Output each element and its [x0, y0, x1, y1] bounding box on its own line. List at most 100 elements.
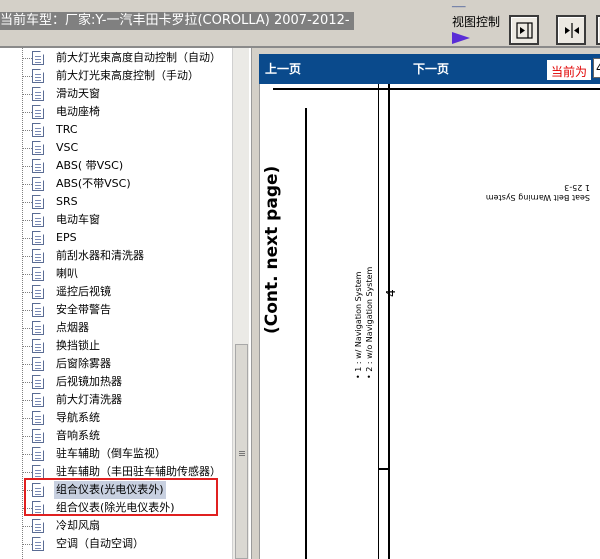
view-control-label: 视图控制 [452, 15, 501, 29]
tree-item[interactable]: 前刮水器和清洗器 [22, 247, 232, 265]
tree-item-label[interactable]: 电动车窗 [54, 211, 102, 229]
tree-item-label[interactable]: ABS(不带VSC) [54, 175, 133, 193]
tree-connector [22, 58, 32, 59]
tree-item[interactable]: 点烟器 [22, 319, 232, 337]
tree-item-label[interactable]: 前大灯清洗器 [54, 391, 124, 409]
tree-item[interactable]: 冷却风扇 [22, 517, 232, 535]
tree-connector [22, 328, 32, 329]
tree-item-label[interactable]: 空调（自动空调） [54, 535, 146, 553]
tree-connector [22, 166, 32, 167]
document-icon [32, 519, 44, 533]
current-page-input[interactable]: 4 [593, 58, 600, 78]
view-right-pane-button[interactable] [509, 15, 539, 45]
document-icon [32, 393, 44, 407]
document-icon [32, 123, 44, 137]
tree-item-label[interactable]: TRC [54, 121, 80, 139]
tree-connector [22, 382, 32, 383]
tree-item-label[interactable]: SRS [54, 193, 80, 211]
tree-item[interactable]: TRC [22, 121, 232, 139]
tree-item-label[interactable]: 换挡锁止 [54, 337, 102, 355]
document-icon [32, 87, 44, 101]
tree-item[interactable]: 换挡锁止 [22, 337, 232, 355]
tree-item-label[interactable]: 前大灯光束高度自动控制（自动） [54, 49, 223, 67]
tree-connector [22, 436, 32, 437]
navigation-note-2: • 2 : w/o Navigation System [365, 266, 374, 379]
document-icon [32, 411, 44, 425]
tree-connector [22, 256, 32, 257]
diagram-wire-line [388, 84, 390, 559]
tree-item[interactable]: ABS( 带VSC) [22, 157, 232, 175]
tree-item-label[interactable]: 驻车辅助（倒车监视） [54, 445, 168, 463]
tree-item-label[interactable]: 导航系统 [54, 409, 102, 427]
next-page-link[interactable]: 下一页 [413, 60, 449, 77]
current-page-label: 当前为 [547, 60, 592, 80]
split-view-icon [565, 23, 579, 38]
tree-item-label[interactable]: ABS( 带VSC) [54, 157, 125, 175]
tree-item-label[interactable]: 安全带警告 [54, 301, 113, 319]
tree-item[interactable]: 导航系统 [22, 409, 232, 427]
document-icon [32, 321, 44, 335]
tree-connector [22, 454, 32, 455]
document-icon [32, 159, 44, 173]
tree-item-label[interactable]: VSC [54, 139, 80, 157]
document-icon [32, 141, 44, 155]
tree-connector [22, 94, 32, 95]
diagram-wire-tick [378, 468, 390, 470]
tree-item-label[interactable]: 音响系统 [54, 427, 102, 445]
tree-item-label[interactable]: 前刮水器和清洗器 [54, 247, 146, 265]
tree-item-label[interactable]: 冷却风扇 [54, 517, 102, 535]
header-link[interactable]: ___ [452, 0, 466, 8]
document-icon [32, 69, 44, 83]
view-control-arrow-icon [452, 32, 470, 44]
tree-item-label[interactable]: 后视镜加热器 [54, 373, 124, 391]
document-icon [32, 339, 44, 353]
tree-item-label[interactable]: 电动座椅 [54, 103, 102, 121]
tree-item[interactable]: 空调（自动空调） [22, 535, 232, 553]
system-title: Seat Belt Warning System [485, 193, 590, 202]
tree-item[interactable]: SRS [22, 193, 232, 211]
tree-item[interactable]: VSC [22, 139, 232, 157]
tree-item[interactable]: 电动座椅 [22, 103, 232, 121]
tree-item[interactable]: EPS [22, 229, 232, 247]
expand-right-icon [516, 22, 533, 39]
document-icon [32, 249, 44, 263]
tree-scrollbar-thumb[interactable] [235, 344, 248, 559]
tree-item[interactable]: 音响系统 [22, 427, 232, 445]
tree-item[interactable]: 前大灯清洗器 [22, 391, 232, 409]
tree-item[interactable]: 电动车窗 [22, 211, 232, 229]
document-icon [32, 375, 44, 389]
tree-item[interactable]: ABS(不带VSC) [22, 175, 232, 193]
tree-item[interactable]: 遥控后视镜 [22, 283, 232, 301]
document-icon [32, 195, 44, 209]
document-icon [32, 303, 44, 317]
tree-connector [22, 112, 32, 113]
tree-item[interactable]: 喇叭 [22, 265, 232, 283]
tree-item[interactable]: 安全带警告 [22, 301, 232, 319]
tree-item-label[interactable]: 后窗除雾器 [54, 355, 113, 373]
tree-item-label[interactable]: 喇叭 [54, 265, 80, 283]
tree-item[interactable]: 驻车辅助（倒车监视） [22, 445, 232, 463]
page-nav-bar: 上一页 下一页 当前为 4 [259, 54, 600, 84]
view-split-button[interactable] [556, 15, 586, 45]
prev-page-link[interactable]: 上一页 [265, 60, 301, 77]
tree-item-label[interactable]: 前大灯光束高度控制（手动） [54, 67, 201, 85]
grip-icon [239, 451, 245, 456]
document-icon [32, 177, 44, 191]
tree-item-label[interactable]: 点烟器 [54, 319, 91, 337]
tree-connector [22, 400, 32, 401]
tree-item[interactable]: 滑动天窗 [22, 85, 232, 103]
document-icon [32, 231, 44, 245]
tree-item[interactable]: 前大灯光束高度控制（手动） [22, 67, 232, 85]
diagram-border-line [305, 108, 307, 559]
tree-item-label[interactable]: 滑动天窗 [54, 85, 102, 103]
view-left-pane-button[interactable] [596, 15, 600, 45]
tree-item[interactable]: 前大灯光束高度自动控制（自动） [22, 49, 232, 67]
tree-connector [22, 364, 32, 365]
tree-scrollbar[interactable] [232, 48, 249, 559]
tree-item[interactable]: 后视镜加热器 [22, 373, 232, 391]
document-icon [32, 285, 44, 299]
tree-item-label[interactable]: EPS [54, 229, 79, 247]
tree-item[interactable]: 后窗除雾器 [22, 355, 232, 373]
tree-item-label[interactable]: 遥控后视镜 [54, 283, 113, 301]
system-code: 1 25-3 [564, 183, 590, 192]
